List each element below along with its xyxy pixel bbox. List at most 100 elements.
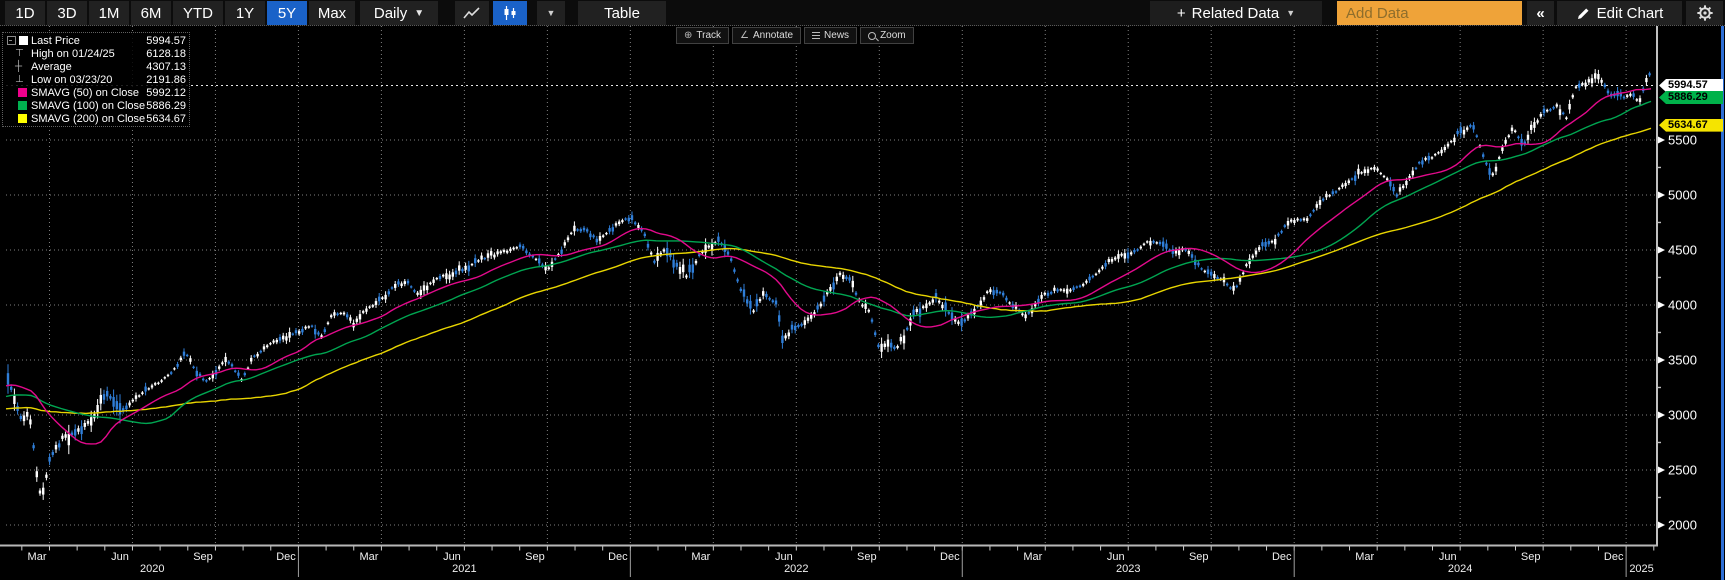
tool-label: News: [824, 30, 849, 41]
range-button-1d[interactable]: 1D: [5, 1, 45, 25]
svg-text:Mar: Mar: [691, 551, 710, 563]
chart-type-dropdown[interactable]: ▼: [537, 1, 565, 25]
svg-text:Jun: Jun: [775, 551, 793, 563]
collapse-panel-button[interactable]: «: [1527, 1, 1554, 25]
legend-label: SMAVG (200) on Close: [31, 113, 145, 125]
legend-value: 6128.18: [146, 48, 187, 60]
legend-marker-icon: ⊤: [5, 48, 31, 59]
related-data-label: Related Data: [1192, 5, 1280, 22]
settings-gear-button[interactable]: [1686, 1, 1723, 25]
svg-text:4000: 4000: [1668, 297, 1697, 312]
tree-expander-icon[interactable]: [7, 36, 16, 45]
legend-row[interactable]: SMAVG (200) on Close5634.67: [5, 112, 187, 125]
track-button[interactable]: ⊕ Track: [676, 27, 729, 44]
legend-row[interactable]: SMAVG (100) on Close5886.29: [5, 99, 187, 112]
legend-row[interactable]: SMAVG (50) on Close5992.12: [5, 86, 187, 99]
list-icon: [812, 32, 820, 39]
zoom-button[interactable]: Zoom: [860, 27, 914, 44]
smavg-swatch: [18, 101, 27, 110]
legend-row[interactable]: Last Price 5994.57: [5, 34, 187, 47]
candlestick-icon: [501, 4, 519, 22]
add-data-input[interactable]: [1337, 1, 1522, 25]
range-button-ytd[interactable]: YTD: [173, 1, 223, 25]
axis-price-tag: 5886.29: [1659, 91, 1723, 104]
svg-text:Mar: Mar: [1023, 551, 1042, 563]
legend-row[interactable]: ┼ Average 4307.13: [5, 60, 187, 73]
legend-row[interactable]: ⊤High on 01/24/256128.18: [5, 47, 187, 60]
svg-text:4500: 4500: [1668, 242, 1697, 257]
legend-marker-glyph: ┼: [15, 61, 22, 72]
smavg-swatch: [18, 114, 27, 123]
svg-text:Sep: Sep: [525, 551, 545, 563]
svg-text:2024: 2024: [1448, 563, 1472, 575]
axis-price-tag: 5634.67: [1659, 119, 1723, 132]
annotate-button[interactable]: ∠ Annotate: [732, 27, 801, 44]
crosshair-icon: ⊕: [684, 31, 692, 41]
svg-text:Dec: Dec: [608, 551, 628, 563]
legend-value: 5886.29: [146, 100, 187, 112]
svg-text:Dec: Dec: [276, 551, 296, 563]
svg-text:2022: 2022: [784, 563, 808, 575]
chevron-down-icon: ▼: [547, 8, 556, 18]
edit-chart-button[interactable]: Edit Chart: [1557, 1, 1682, 25]
legend-swatch: [5, 88, 31, 97]
table-button[interactable]: Table: [578, 1, 666, 25]
svg-text:Dec: Dec: [1272, 551, 1292, 563]
angle-icon: ∠: [740, 31, 749, 41]
tool-label: Annotate: [753, 30, 793, 41]
svg-text:2020: 2020: [140, 563, 164, 575]
svg-text:Sep: Sep: [1189, 551, 1209, 563]
legend-swatch: [5, 114, 31, 123]
pencil-icon: [1576, 6, 1591, 21]
legend-label: Average: [31, 61, 72, 73]
legend-label: Last Price: [31, 35, 80, 47]
chart-legend: Last Price 5994.57⊤High on 01/24/256128.1…: [2, 32, 190, 127]
tool-label: Zoom: [880, 30, 906, 41]
svg-text:Jun: Jun: [111, 551, 129, 563]
range-button-1m[interactable]: 1M: [89, 1, 129, 25]
plus-icon: +: [1177, 5, 1186, 22]
axis-price-tag: 5994.57: [1659, 79, 1723, 92]
legend-swatch: [5, 101, 31, 110]
svg-text:Dec: Dec: [1604, 551, 1624, 563]
range-button-3d[interactable]: 3D: [47, 1, 87, 25]
legend-marker-icon: ⊥: [5, 74, 31, 85]
svg-text:2023: 2023: [1116, 563, 1140, 575]
legend-value: 5634.67: [146, 113, 187, 125]
legend-marker-icon: ┼: [5, 61, 31, 72]
range-button-6m[interactable]: 6M: [131, 1, 171, 25]
legend-label: SMAVG (100) on Close: [31, 100, 145, 112]
chevron-down-icon: ▼: [414, 8, 424, 19]
svg-text:3500: 3500: [1668, 352, 1697, 367]
svg-text:Sep: Sep: [193, 551, 213, 563]
smavg-swatch: [18, 88, 27, 97]
price-chart-canvas[interactable]: 20002500300035004000450050005500MarJunSe…: [0, 0, 1725, 580]
last-price-swatch: [19, 36, 28, 45]
news-button[interactable]: News: [804, 27, 857, 44]
right-edge-scroll-strip[interactable]: [1721, 26, 1724, 580]
legend-value: 5994.57: [146, 35, 187, 47]
svg-text:2021: 2021: [452, 563, 476, 575]
tool-label: Track: [696, 30, 721, 41]
svg-text:Jun: Jun: [1439, 551, 1457, 563]
chart-tools-bar: ⊕ Track ∠ Annotate News Zoom: [676, 27, 914, 44]
svg-text:Mar: Mar: [1355, 551, 1374, 563]
related-data-button[interactable]: + Related Data ▼: [1150, 1, 1322, 25]
range-button-5y[interactable]: 5Y: [267, 1, 307, 25]
legend-row[interactable]: ⊥Low on 03/23/202191.86: [5, 73, 187, 86]
gear-icon: [1696, 4, 1714, 22]
svg-text:5000: 5000: [1668, 187, 1697, 202]
range-button-group: 1D3D1M6MYTD1Y5YMax: [5, 1, 355, 25]
legend-value: 4307.13: [146, 61, 187, 73]
legend-value: 5992.12: [146, 87, 187, 99]
svg-text:2000: 2000: [1668, 517, 1697, 532]
legend-marker-glyph: ⊥: [15, 74, 24, 85]
legend-label: Low on 03/23/20: [31, 74, 112, 86]
range-button-max[interactable]: Max: [309, 1, 355, 25]
range-button-1y[interactable]: 1Y: [225, 1, 265, 25]
legend-marker-glyph: ⊤: [15, 48, 24, 59]
periodicity-dropdown[interactable]: Daily ▼: [360, 1, 438, 25]
candle-chart-type-button[interactable]: [493, 1, 527, 25]
line-chart-type-button[interactable]: [455, 1, 489, 25]
smavg-100-line: [6, 101, 1651, 423]
